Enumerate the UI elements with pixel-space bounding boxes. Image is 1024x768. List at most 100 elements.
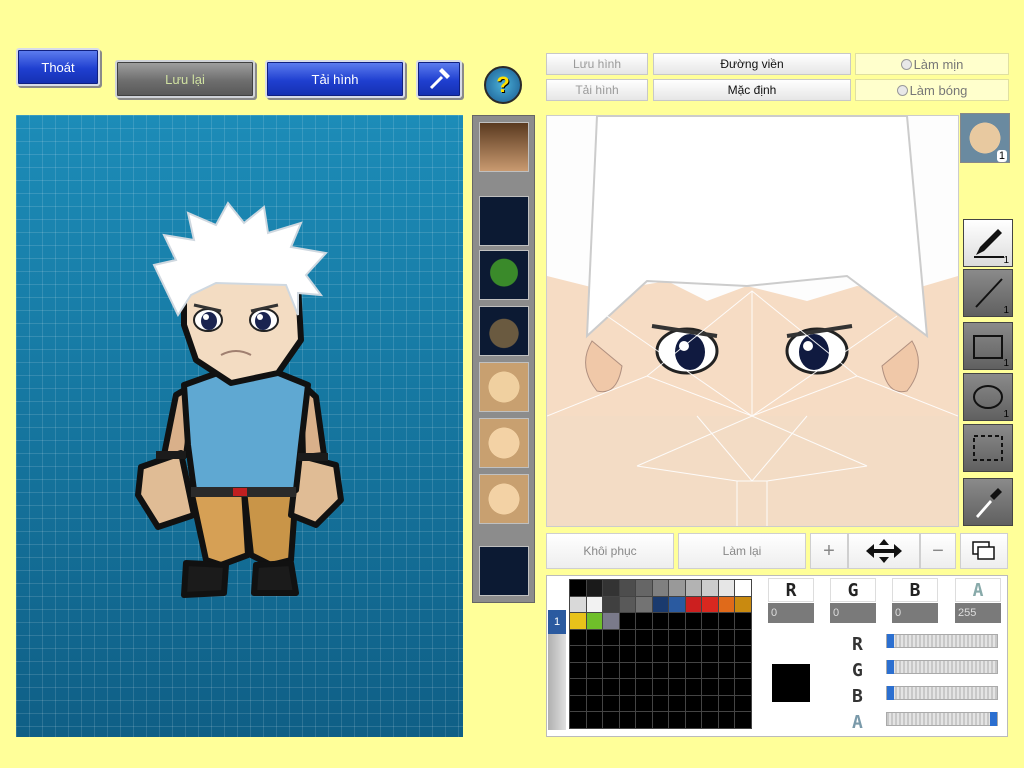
palette-swatch[interactable]: [569, 678, 587, 696]
blue-slider[interactable]: [886, 686, 998, 700]
palette-swatch[interactable]: [717, 661, 736, 680]
palette-swatch[interactable]: [635, 579, 653, 597]
palette-swatch[interactable]: [651, 711, 670, 729]
palette-swatch[interactable]: [569, 645, 587, 663]
part-slot-5[interactable]: [479, 362, 529, 412]
palette-swatch[interactable]: [668, 661, 686, 680]
color-palette-grid[interactable]: [569, 579, 752, 729]
alpha-slider[interactable]: [886, 712, 998, 726]
green-slider-handle[interactable]: [887, 660, 894, 674]
palette-swatch[interactable]: [618, 711, 637, 729]
palette-swatch[interactable]: [734, 678, 752, 696]
palette-swatch[interactable]: [651, 595, 670, 614]
palette-swatch[interactable]: [585, 678, 604, 696]
eyedropper-tool[interactable]: [963, 478, 1013, 526]
red-value-field[interactable]: 0: [768, 603, 814, 623]
default-button[interactable]: Mặc định: [653, 79, 851, 101]
palette-swatch[interactable]: [618, 612, 637, 630]
palette-swatch[interactable]: [585, 628, 604, 647]
palette-swatch[interactable]: [602, 595, 620, 614]
palette-swatch[interactable]: [569, 694, 587, 713]
palette-swatch[interactable]: [668, 678, 686, 696]
palette-swatch[interactable]: [717, 595, 736, 614]
palette-swatch[interactable]: [734, 661, 752, 680]
palette-swatch[interactable]: [602, 678, 620, 696]
palette-swatch[interactable]: [717, 628, 736, 647]
palette-swatch[interactable]: [602, 579, 620, 597]
restore-button[interactable]: Khôi phục: [546, 533, 674, 569]
palette-swatch[interactable]: [684, 694, 703, 713]
palette-swatch[interactable]: [668, 711, 686, 729]
palette-swatch[interactable]: [618, 579, 637, 597]
palette-swatch[interactable]: [585, 661, 604, 680]
palette-swatch[interactable]: [585, 595, 604, 614]
palette-swatch[interactable]: [569, 595, 587, 614]
palette-swatch[interactable]: [668, 612, 686, 630]
palette-swatch[interactable]: [684, 612, 703, 630]
palette-swatch[interactable]: [569, 661, 587, 680]
palette-swatch[interactable]: [668, 579, 686, 597]
save-image-button[interactable]: Lưu hình: [546, 53, 648, 75]
palette-swatch[interactable]: [602, 694, 620, 713]
rectangle-tool[interactable]: 1: [963, 322, 1013, 370]
palette-swatch[interactable]: [701, 645, 719, 663]
palette-swatch[interactable]: [602, 645, 620, 663]
green-value-field[interactable]: 0: [830, 603, 876, 623]
blue-slider-handle[interactable]: [887, 686, 894, 700]
palette-swatch[interactable]: [635, 678, 653, 696]
palette-swatch[interactable]: [618, 645, 637, 663]
palette-swatch[interactable]: [684, 579, 703, 597]
palette-swatch[interactable]: [734, 579, 752, 597]
palette-swatch[interactable]: [635, 612, 653, 630]
palette-swatch[interactable]: [684, 645, 703, 663]
palette-swatch[interactable]: [701, 628, 719, 647]
palette-swatch[interactable]: [701, 694, 719, 713]
palette-swatch[interactable]: [635, 711, 653, 729]
palette-swatch[interactable]: [569, 579, 587, 597]
palette-swatch[interactable]: [717, 678, 736, 696]
move-button[interactable]: [848, 533, 920, 569]
palette-swatch[interactable]: [618, 628, 637, 647]
part-slot-2[interactable]: [479, 196, 529, 246]
alpha-value-field[interactable]: 255: [955, 603, 1001, 623]
palette-swatch[interactable]: [701, 661, 719, 680]
red-slider[interactable]: [886, 634, 998, 648]
green-slider[interactable]: [886, 660, 998, 674]
palette-swatch[interactable]: [684, 711, 703, 729]
part-slot-6[interactable]: [479, 418, 529, 468]
palette-swatch[interactable]: [585, 579, 604, 597]
selection-tool[interactable]: [963, 424, 1013, 472]
palette-swatch[interactable]: [585, 612, 604, 630]
layer-thumbnail[interactable]: 1: [960, 113, 1010, 163]
palette-swatch[interactable]: [585, 711, 604, 729]
palette-swatch[interactable]: [684, 661, 703, 680]
outline-button[interactable]: Đường viền: [653, 53, 851, 75]
palette-swatch[interactable]: [668, 694, 686, 713]
palette-swatch[interactable]: [684, 628, 703, 647]
palette-swatch[interactable]: [618, 678, 637, 696]
part-slot-8[interactable]: [479, 546, 529, 596]
palette-swatch[interactable]: [569, 711, 587, 729]
zoom-in-button[interactable]: +: [810, 533, 848, 569]
palette-swatch[interactable]: [635, 694, 653, 713]
redo-button[interactable]: Làm lại: [678, 533, 806, 569]
part-slot-4[interactable]: [479, 306, 529, 356]
palette-swatch[interactable]: [701, 678, 719, 696]
layer-tab-1[interactable]: 1: [548, 610, 566, 634]
part-slot-3[interactable]: [479, 250, 529, 300]
palette-swatch[interactable]: [651, 628, 670, 647]
palette-swatch[interactable]: [701, 711, 719, 729]
palette-swatch[interactable]: [717, 694, 736, 713]
palette-swatch[interactable]: [684, 678, 703, 696]
load-image-button[interactable]: Tải hình: [546, 79, 648, 101]
palette-swatch[interactable]: [701, 612, 719, 630]
ellipse-tool[interactable]: 1: [963, 373, 1013, 421]
palette-swatch[interactable]: [668, 645, 686, 663]
palette-swatch[interactable]: [569, 612, 587, 630]
palette-swatch[interactable]: [734, 612, 752, 630]
palette-swatch[interactable]: [635, 661, 653, 680]
part-slot-7[interactable]: [479, 474, 529, 524]
palette-swatch[interactable]: [668, 595, 686, 614]
palette-swatch[interactable]: [635, 645, 653, 663]
zoom-out-button[interactable]: −: [920, 533, 956, 569]
